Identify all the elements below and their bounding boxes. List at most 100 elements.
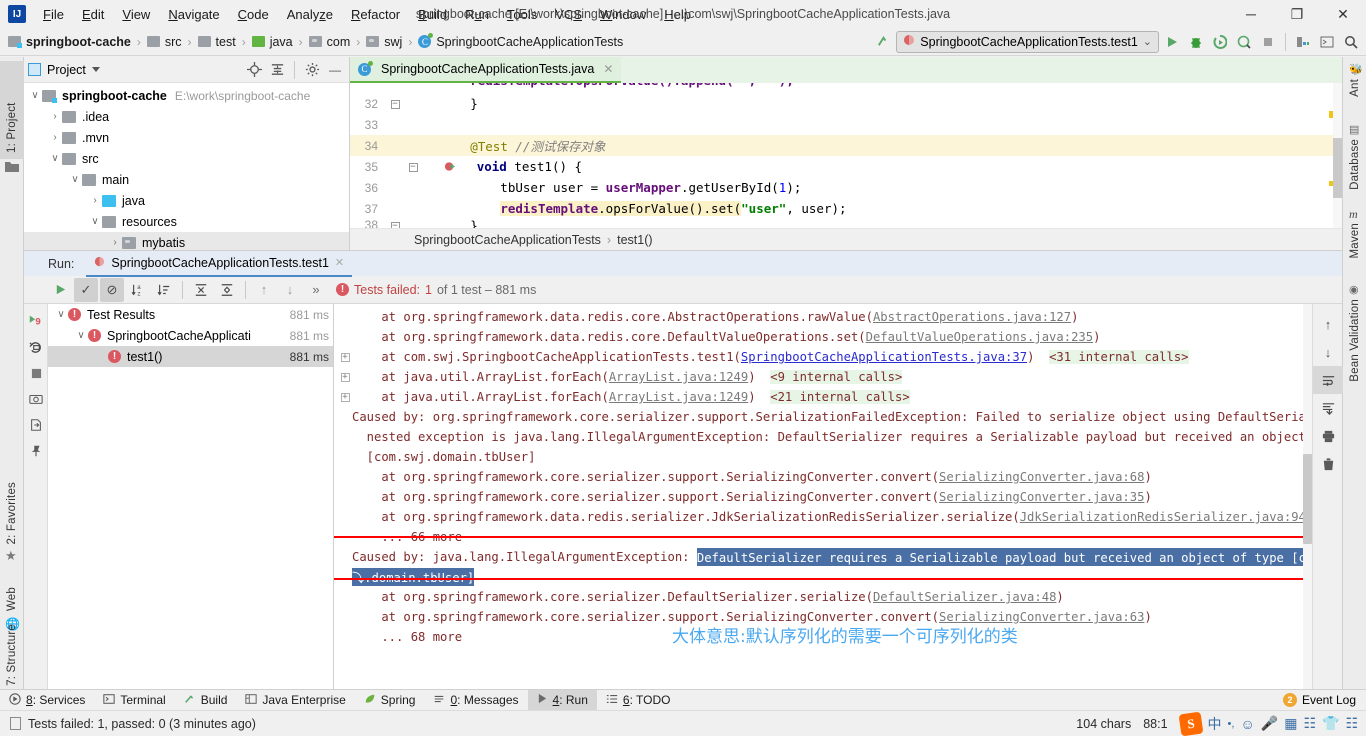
- test-tree-row-test1[interactable]: ! test1() 881 ms: [48, 346, 333, 367]
- stacktrace-link[interactable]: AbstractOperations.java:127: [873, 310, 1071, 324]
- editor-scrollbar-thumb[interactable]: [1333, 138, 1342, 198]
- toolbox-icon[interactable]: ☷: [1345, 715, 1358, 732]
- show-ignored-icon[interactable]: ⊘: [100, 277, 124, 302]
- bottom-tab-terminal[interactable]: Terminal: [94, 690, 174, 711]
- prev-failed-icon[interactable]: ↑: [252, 278, 276, 302]
- run-tab-test1[interactable]: SpringbootCacheApplicationTests.test1 ✕: [86, 251, 353, 277]
- breadcrumb-method[interactable]: test1(): [617, 233, 652, 247]
- fold-marker[interactable]: −: [384, 98, 406, 109]
- menu-vcs[interactable]: VCS: [546, 3, 591, 26]
- breadcrumb-class[interactable]: SpringbootCacheApplicationTests: [414, 233, 601, 247]
- editor-scrollbar[interactable]: [1333, 83, 1342, 250]
- chevron-right-icon[interactable]: ›: [48, 132, 62, 143]
- breadcrumb-item-test[interactable]: test: [196, 34, 238, 50]
- stacktrace-link[interactable]: JdkSerializationRedisSerializer.java:94: [1020, 510, 1306, 524]
- chevron-right-icon[interactable]: ›: [48, 111, 62, 122]
- expand-internal-calls-icon[interactable]: +: [338, 352, 352, 362]
- menu-refactor[interactable]: Refactor: [342, 3, 409, 26]
- event-log-button[interactable]: 2 Event Log: [1282, 693, 1366, 707]
- breadcrumb-item-java[interactable]: java: [250, 34, 295, 50]
- memory-indicator-icon[interactable]: [10, 717, 21, 730]
- sidebar-tab-web[interactable]: Web: [0, 587, 24, 611]
- maximize-icon[interactable]: ❐: [1274, 0, 1320, 28]
- close-icon[interactable]: ✕: [603, 62, 613, 76]
- chevron-down-icon[interactable]: ∨: [74, 330, 88, 341]
- scroll-down-icon[interactable]: ↓: [1313, 338, 1343, 366]
- bottom-tab-messages[interactable]: 0: Messages: [424, 690, 527, 711]
- stacktrace-link[interactable]: SpringbootCacheApplicationTests.java:37: [741, 350, 1027, 364]
- close-icon[interactable]: ✕: [1320, 0, 1366, 28]
- chevron-down-icon[interactable]: ∨: [48, 153, 62, 164]
- tree-node-resources[interactable]: ∨ resources: [24, 211, 349, 232]
- console-scrollbar-thumb[interactable]: [1303, 454, 1312, 544]
- rerun-icon[interactable]: [48, 278, 72, 302]
- build-project-icon[interactable]: [1292, 31, 1314, 53]
- expand-internal-calls-icon[interactable]: +: [338, 392, 352, 402]
- breadcrumb-item-springboot-cache[interactable]: springboot-cache: [6, 34, 133, 50]
- sidebar-tab-favorites[interactable]: 2: Favorites: [0, 482, 24, 544]
- show-passed-icon[interactable]: ✓: [74, 277, 98, 302]
- menu-build[interactable]: Build: [409, 3, 456, 26]
- handwriting-icon[interactable]: ▦: [1284, 715, 1297, 732]
- fold-marker[interactable]: −: [406, 161, 420, 172]
- collapse-all-icon[interactable]: [267, 60, 287, 80]
- settings-gear-icon[interactable]: [302, 60, 322, 80]
- menu-navigate[interactable]: Navigate: [159, 3, 228, 26]
- sidebar-tab-maven[interactable]: Maven: [1343, 223, 1366, 259]
- pin-icon[interactable]: [24, 438, 48, 464]
- menu-edit[interactable]: Edit: [73, 3, 113, 26]
- sort-by-duration-icon[interactable]: [152, 278, 176, 302]
- stacktrace-link[interactable]: ArrayList.java:1249: [609, 390, 748, 404]
- code-editor[interactable]: redisTemplate.opsForValue().append("", "…: [350, 83, 1342, 231]
- translate-icon[interactable]: ☷: [1303, 715, 1316, 732]
- collapse-all-icon[interactable]: [215, 278, 239, 302]
- scroll-up-icon[interactable]: ↑: [1313, 310, 1343, 338]
- punctuation-icon[interactable]: •,: [1228, 718, 1235, 730]
- sort-alphabetically-icon[interactable]: az: [126, 278, 150, 302]
- skin-icon[interactable]: 👕: [1322, 715, 1339, 732]
- expand-all-icon[interactable]: [189, 278, 213, 302]
- tree-node-main[interactable]: ∨ main: [24, 169, 349, 190]
- rerun-failed-icon[interactable]: 9: [24, 308, 48, 334]
- test-tree-row-class[interactable]: ∨ ! SpringbootCacheApplicati 881 ms: [48, 325, 333, 346]
- tree-node-java[interactable]: › java: [24, 190, 349, 211]
- caret-position[interactable]: 88:1: [1143, 717, 1167, 731]
- menu-code[interactable]: Code: [229, 3, 278, 26]
- stacktrace-link[interactable]: SerializingConverter.java:35: [939, 490, 1144, 504]
- camera-icon[interactable]: [24, 386, 48, 412]
- stacktrace-link[interactable]: SerializingConverter.java:68: [939, 470, 1144, 484]
- run-icon[interactable]: [1161, 31, 1183, 53]
- expand-internal-calls-icon[interactable]: +: [338, 372, 352, 382]
- sidebar-tab-structure[interactable]: 7: Structure: [0, 624, 24, 686]
- chevron-down-icon[interactable]: ∨: [68, 174, 82, 185]
- console-scrollbar[interactable]: [1303, 304, 1312, 689]
- emoji-icon[interactable]: ☺: [1240, 716, 1254, 732]
- menu-window[interactable]: Window: [591, 3, 655, 26]
- run-with-coverage-icon[interactable]: [1209, 31, 1231, 53]
- more-actions-icon[interactable]: »: [304, 278, 328, 302]
- menu-view[interactable]: View: [113, 3, 159, 26]
- chevron-down-icon[interactable]: [91, 67, 100, 72]
- chevron-down-icon[interactable]: ∨: [88, 216, 102, 227]
- build-arrow-icon[interactable]: [872, 31, 894, 53]
- locate-icon[interactable]: [244, 60, 264, 80]
- test-tree-row-test-results[interactable]: ∨ ! Test Results 881 ms: [48, 304, 333, 325]
- menu-analyze[interactable]: Analyze: [278, 3, 342, 26]
- tree-node-springboot-cache[interactable]: ∨ springboot-cache E:\work\springboot-ca…: [24, 85, 349, 106]
- next-failed-icon[interactable]: ↓: [278, 278, 302, 302]
- run-configuration-selector[interactable]: SpringbootCacheApplicationTests.test1 ⌄: [896, 30, 1159, 53]
- sidebar-tab-ant[interactable]: Ant: [1343, 79, 1366, 97]
- stacktrace-link[interactable]: ArrayList.java:1249: [609, 370, 748, 384]
- tree-node-src[interactable]: ∨ src: [24, 148, 349, 169]
- tree-node-idea[interactable]: › .idea: [24, 106, 349, 127]
- breadcrumb-item-swj[interactable]: swj: [364, 34, 404, 50]
- minimize-icon[interactable]: ─: [1228, 0, 1274, 28]
- search-everywhere-icon[interactable]: [1340, 31, 1362, 53]
- bottom-tab-java-enterprise[interactable]: Java Enterprise: [236, 690, 354, 711]
- clear-all-icon[interactable]: [1313, 450, 1343, 478]
- internal-calls-badge[interactable]: <31 internal calls>: [1049, 350, 1189, 364]
- scroll-to-end-icon[interactable]: [1313, 394, 1343, 422]
- chevron-down-icon[interactable]: ∨: [54, 309, 68, 320]
- bottom-tab-run[interactable]: 4: Run: [527, 689, 597, 711]
- breadcrumb-item-com[interactable]: com: [307, 34, 353, 50]
